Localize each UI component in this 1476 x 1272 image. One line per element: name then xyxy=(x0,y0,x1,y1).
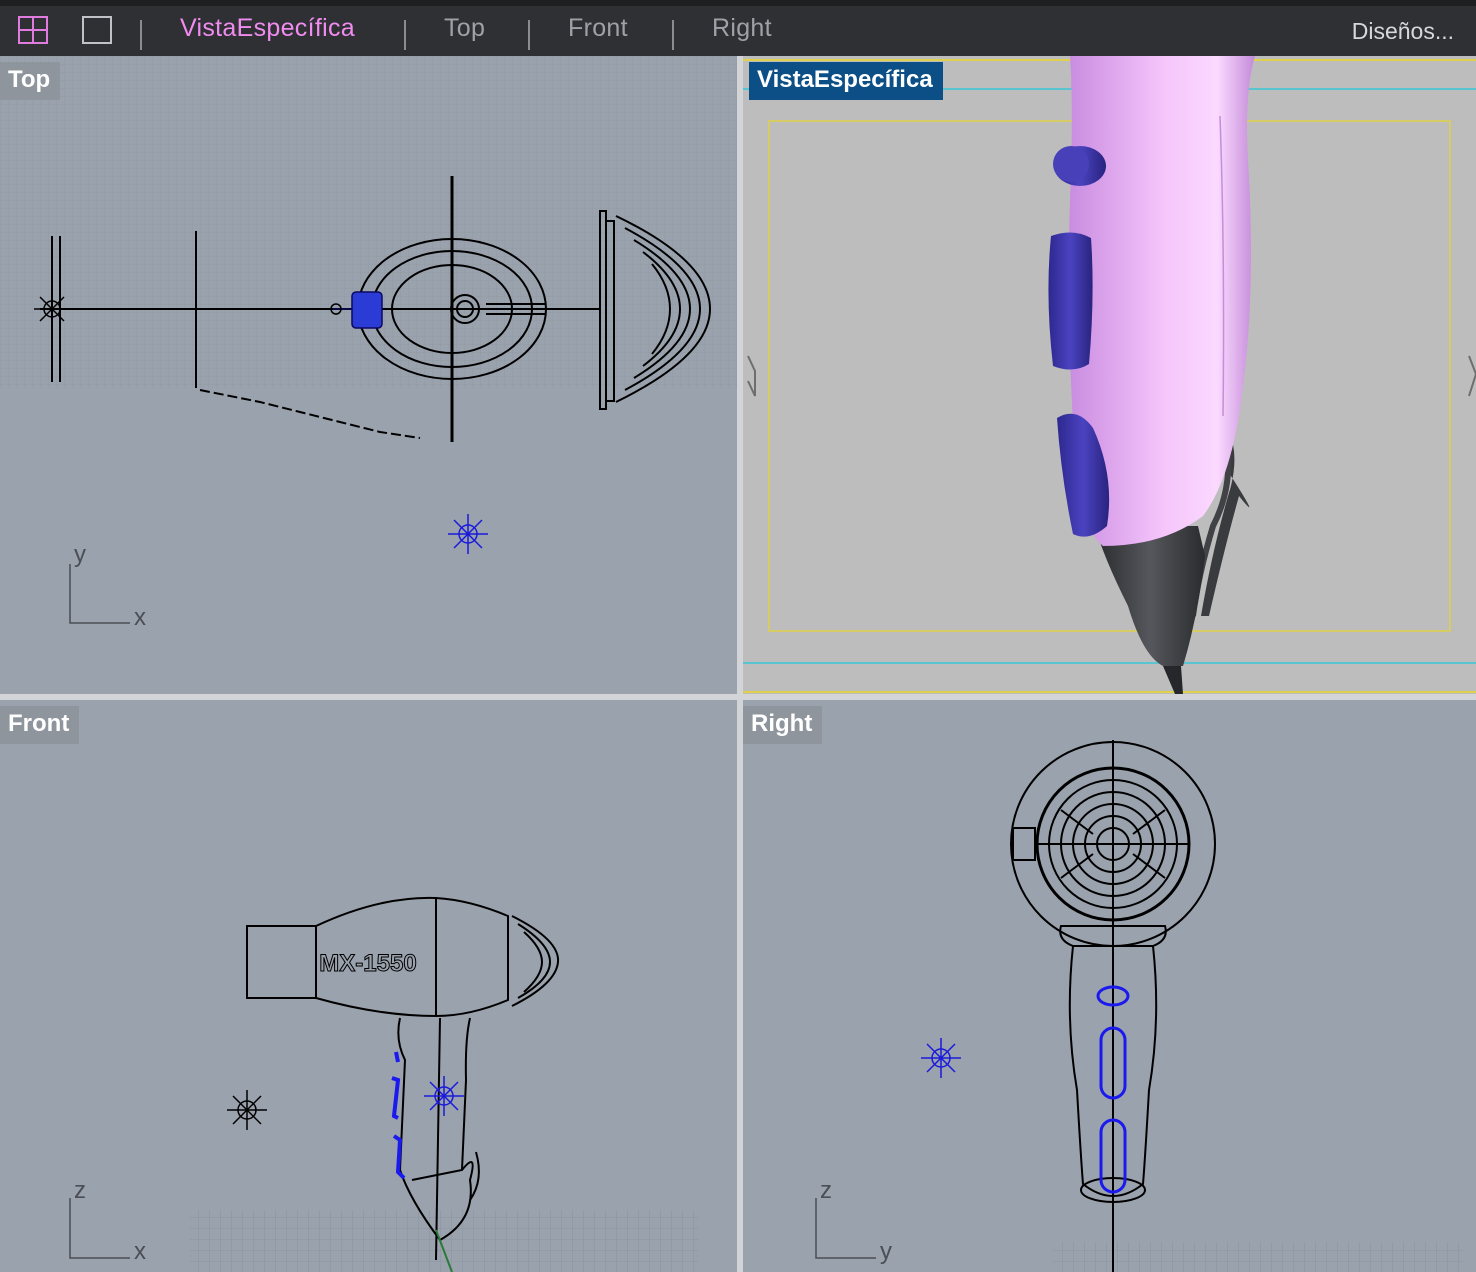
four-viewports-icon[interactable] xyxy=(18,16,48,44)
axis-label-y: y xyxy=(74,541,86,568)
tab-separator xyxy=(672,20,674,50)
tab-right[interactable]: Right xyxy=(712,14,772,43)
axis-label-x: x xyxy=(134,604,146,631)
target-light-icon xyxy=(424,1076,464,1116)
axis-label-z: z xyxy=(74,1177,86,1204)
perspective-viewport-canvas xyxy=(743,56,1476,694)
construction-grid xyxy=(190,1210,698,1272)
right-viewport-canvas: z y xyxy=(815,740,1463,1272)
viewport-tab-bar: VistaEspecífica Top Front Right Diseños.… xyxy=(0,0,1476,56)
layouts-button[interactable]: Diseños... xyxy=(1352,18,1454,45)
viewport-label-right[interactable]: Right xyxy=(743,706,823,744)
scroll-right-arrow[interactable] xyxy=(1468,355,1476,397)
axis-label-z: z xyxy=(820,1177,832,1204)
construction-grid xyxy=(1053,1242,1463,1272)
viewport-label-front[interactable]: Front xyxy=(0,706,80,744)
tab-separator xyxy=(528,20,530,50)
axis-indicator xyxy=(815,1198,876,1259)
top-viewport[interactable]: y x Top xyxy=(0,56,737,694)
target-light-icon xyxy=(921,1038,961,1078)
right-viewport[interactable]: z y Right xyxy=(743,700,1476,1272)
top-viewport-canvas: y x xyxy=(0,56,737,631)
tab-separator xyxy=(404,20,406,50)
viewport-divider-vertical[interactable] xyxy=(737,56,743,1272)
viewport-divider-horizontal[interactable] xyxy=(0,694,1476,700)
front-viewport-canvas: MX-1550 z x xyxy=(69,896,698,1272)
axis-indicator xyxy=(69,1198,130,1259)
perspective-viewport[interactable]: VistaEspecífica xyxy=(743,56,1476,694)
viewport-label-perspective[interactable]: VistaEspecífica xyxy=(749,62,943,100)
light-icon xyxy=(227,1090,267,1130)
axis-indicator xyxy=(69,564,130,624)
tab-top[interactable]: Top xyxy=(444,14,485,43)
target-light-icon xyxy=(448,514,488,554)
hair-dryer-render[interactable] xyxy=(1048,56,1255,694)
single-viewport-icon[interactable] xyxy=(82,16,112,44)
front-viewport[interactable]: MX-1550 z x Front xyxy=(0,700,737,1272)
scroll-left-arrow[interactable] xyxy=(747,355,756,397)
tab-front[interactable]: Front xyxy=(568,14,628,43)
axis-label-x: x xyxy=(134,1238,146,1265)
viewport-label-top[interactable]: Top xyxy=(0,62,61,100)
model-name-label: MX-1550 xyxy=(319,950,416,977)
tab-vista-especifica[interactable]: VistaEspecífica xyxy=(180,14,355,43)
tab-separator xyxy=(140,20,142,50)
axis-label-y: y xyxy=(880,1238,892,1265)
